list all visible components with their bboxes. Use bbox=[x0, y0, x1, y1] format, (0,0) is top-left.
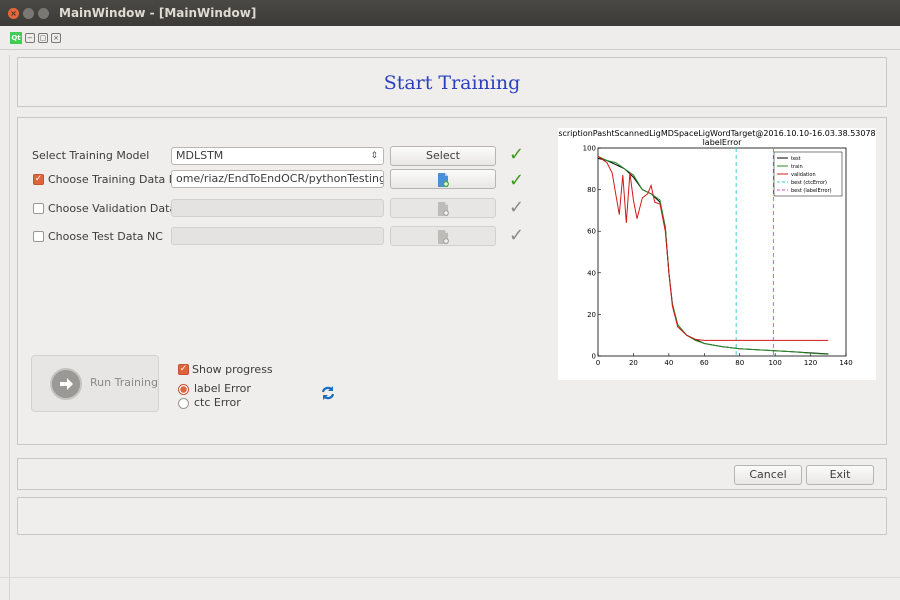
menu-close-button[interactable]: × bbox=[51, 32, 61, 43]
test-data-label: Choose Test Data NC bbox=[48, 230, 163, 243]
legend-label: test bbox=[791, 156, 801, 162]
qt-logo-icon: Qt bbox=[10, 31, 22, 44]
chart-svg: scriptionPashtScannedLigMDSpaceLigWordTa… bbox=[558, 129, 875, 367]
show-progress-checkbox[interactable]: ✓ bbox=[178, 364, 189, 375]
y-tick-label: 80 bbox=[587, 186, 596, 194]
header-panel: Start Training bbox=[17, 57, 887, 107]
menu-minimize-button[interactable]: − bbox=[25, 32, 35, 43]
browse-validation-button[interactable] bbox=[390, 198, 496, 218]
test-check-icon: ✓ bbox=[509, 225, 525, 246]
validation-data-path-field[interactable] bbox=[171, 199, 384, 217]
maximize-window-button[interactable] bbox=[38, 7, 49, 19]
bottom-divider bbox=[0, 577, 900, 578]
training-data-label: Choose Training Data NC bbox=[48, 173, 185, 186]
chart-subtitle: labelError bbox=[703, 138, 743, 147]
status-panel bbox=[17, 497, 887, 535]
legend-label: best (labelError) bbox=[791, 188, 832, 194]
show-progress-label: Show progress bbox=[192, 363, 273, 376]
close-window-button[interactable]: × bbox=[8, 7, 19, 19]
training-ok-check-icon: ✓ bbox=[509, 170, 525, 191]
model-combobox[interactable]: MDLSTM ⇕ bbox=[171, 147, 384, 165]
legend-label: best (ctcError) bbox=[791, 180, 827, 186]
y-tick-label: 60 bbox=[587, 228, 596, 236]
y-tick-label: 20 bbox=[587, 311, 596, 319]
select-model-button[interactable]: Select bbox=[390, 146, 496, 166]
x-tick-label: 140 bbox=[839, 359, 852, 367]
label-error-chart: scriptionPashtScannedLigMDSpaceLigWordTa… bbox=[558, 128, 876, 380]
y-tick-label: 0 bbox=[592, 353, 596, 361]
validation-check-icon: ✓ bbox=[509, 197, 525, 218]
legend-label: validation bbox=[791, 172, 816, 178]
test-data-checkbox[interactable] bbox=[33, 231, 44, 242]
legend-label: train bbox=[791, 164, 803, 170]
x-tick-label: 80 bbox=[735, 359, 744, 367]
x-tick-label: 120 bbox=[804, 359, 817, 367]
x-tick-label: 40 bbox=[664, 359, 673, 367]
browse-training-button[interactable] bbox=[390, 169, 496, 189]
menubar: Qt − ▢ × bbox=[0, 26, 900, 50]
validation-data-checkbox[interactable] bbox=[33, 203, 44, 214]
run-training-label: Run Training bbox=[90, 376, 158, 389]
x-tick-label: 60 bbox=[700, 359, 709, 367]
add-file-icon bbox=[438, 173, 449, 187]
model-label: Select Training Model bbox=[32, 149, 150, 162]
model-ok-check-icon: ✓ bbox=[509, 144, 525, 165]
refresh-icon[interactable] bbox=[320, 385, 336, 401]
y-tick-label: 100 bbox=[583, 145, 596, 153]
x-tick-label: 0 bbox=[596, 359, 600, 367]
add-file-icon bbox=[438, 230, 449, 244]
exit-button[interactable]: Exit bbox=[806, 465, 874, 485]
y-tick-label: 40 bbox=[587, 269, 596, 277]
window-titlebar: × MainWindow - [MainWindow] bbox=[0, 0, 900, 26]
chart-title: scriptionPashtScannedLigMDSpaceLigWordTa… bbox=[558, 129, 875, 138]
cancel-button[interactable]: Cancel bbox=[734, 465, 802, 485]
menu-restore-button[interactable]: ▢ bbox=[38, 32, 48, 43]
page-title: Start Training bbox=[383, 72, 521, 94]
label-error-label: label Error bbox=[194, 382, 251, 395]
ctc-error-radio[interactable] bbox=[178, 398, 189, 409]
x-tick-label: 20 bbox=[629, 359, 638, 367]
run-arrow-icon bbox=[50, 368, 82, 400]
x-tick-label: 100 bbox=[768, 359, 781, 367]
label-error-radio[interactable] bbox=[178, 384, 189, 395]
test-data-path-field[interactable] bbox=[171, 227, 384, 245]
browse-test-button[interactable] bbox=[390, 226, 496, 246]
run-training-button[interactable]: Run Training bbox=[31, 355, 159, 412]
minimize-window-button[interactable] bbox=[23, 7, 34, 19]
training-data-path-field[interactable]: ome/riaz/EndToEndOCR/pythonTesting/Train… bbox=[171, 170, 384, 188]
window-title: MainWindow - [MainWindow] bbox=[59, 6, 257, 20]
window-left-edge bbox=[9, 55, 10, 600]
ctc-error-label: ctc Error bbox=[194, 396, 241, 409]
training-data-checkbox[interactable]: ✓ bbox=[33, 174, 44, 185]
combo-arrows-icon: ⇕ bbox=[370, 151, 378, 161]
add-file-icon bbox=[438, 202, 449, 216]
model-combobox-value: MDLSTM bbox=[176, 149, 224, 162]
